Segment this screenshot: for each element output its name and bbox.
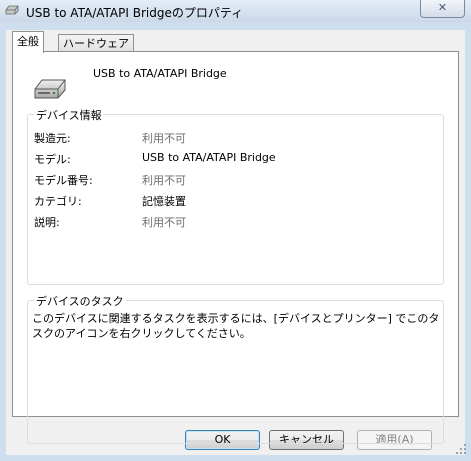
general-tab-panel: USB to ATA/ATAPI Bridge デバイス情報 製造元: 利用不可… xyxy=(12,51,459,444)
dialog-client-area: 全般 ハードウェア USB to ATA/ATAPI Bridge デバイス情報 xyxy=(6,30,465,455)
device-info-caption: デバイス情報 xyxy=(34,107,104,123)
model-number-value: 利用不可 xyxy=(142,174,186,187)
tab-hardware[interactable]: ハードウェア xyxy=(58,34,134,52)
model-value: USB to ATA/ATAPI Bridge xyxy=(142,151,276,164)
window-title: USB to ATA/ATAPI Bridgeのプロパティ xyxy=(26,6,244,20)
resize-grip-icon[interactable] xyxy=(455,443,467,455)
close-button[interactable]: ✕ xyxy=(420,0,465,18)
category-value: 記憶装置 xyxy=(142,195,186,208)
manufacturer-label: 製造元: xyxy=(34,132,71,145)
model-number-label: モデル番号: xyxy=(34,174,93,187)
close-icon: ✕ xyxy=(437,1,448,14)
tab-general-label: 全般 xyxy=(17,35,39,48)
category-label: カテゴリ: xyxy=(34,195,82,208)
device-name: USB to ATA/ATAPI Bridge xyxy=(93,67,227,80)
drive-icon xyxy=(34,79,66,99)
description-label: 説明: xyxy=(34,216,60,229)
device-tasks-text: このデバイスに関連するタスクを表示するには、[デバイスとプリンター] でこのタス… xyxy=(32,312,440,340)
tab-general[interactable]: 全般 xyxy=(12,31,44,53)
description-value: 利用不可 xyxy=(142,216,186,229)
drive-icon xyxy=(5,5,19,15)
title-bar[interactable]: USB to ATA/ATAPI Bridgeのプロパティ ✕ xyxy=(0,0,471,22)
device-tasks-caption: デバイスのタスク xyxy=(34,293,126,309)
device-tasks-group: デバイスのタスク このデバイスに関連するタスクを表示するには、[デバイスとプリン… xyxy=(27,293,444,444)
tab-hardware-label: ハードウェア xyxy=(63,37,129,50)
device-info-group: デバイス情報 製造元: 利用不可 モデル: USB to ATA/ATAPI B… xyxy=(27,107,444,285)
model-label: モデル: xyxy=(34,153,71,166)
manufacturer-value: 利用不可 xyxy=(142,132,186,145)
